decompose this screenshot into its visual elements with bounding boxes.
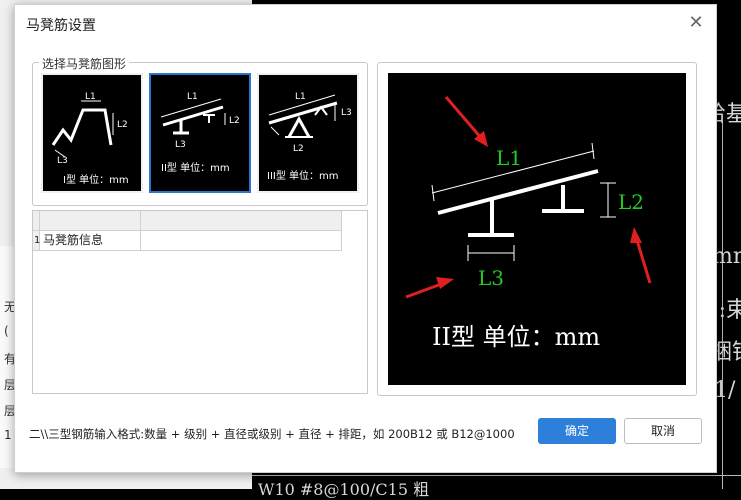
dim-label-l2: L2 — [618, 190, 644, 214]
grid-header-cell — [141, 211, 342, 231]
cad-text: W10 #8@100/C15 粗 — [258, 480, 430, 499]
dim-label-l3: L3 — [57, 156, 68, 166]
shape-type-label: II型 单位：mm — [161, 161, 230, 174]
cancel-button[interactable]: 取消 — [624, 418, 702, 444]
property-name-cell: 马凳筋信息 — [40, 231, 141, 251]
preview-canvas: L1 L2 L3 II型 单位：mm — [388, 73, 686, 385]
dim-label-l2: L2 — [117, 120, 128, 130]
type-3-diagram-icon: L1 L3 L2 III型 单位：mm — [267, 92, 352, 182]
table-row[interactable]: 1 马凳筋信息 — [33, 231, 343, 251]
cad-text: 1/ — [714, 378, 736, 403]
dim-label-l2: L2 — [229, 116, 240, 126]
red-arrow-icon — [405, 277, 454, 299]
close-icon[interactable]: ✕ — [686, 13, 706, 33]
grid-header-cell — [40, 211, 141, 231]
grid-header-row — [33, 211, 343, 231]
dim-label-l2: L2 — [293, 144, 304, 154]
dim-label-l3: L3 — [341, 108, 352, 118]
shape-option-type-1[interactable]: L1 L2 L3 I型 单位：mm — [41, 73, 143, 193]
shape-selection-group: 选择马凳筋图形 L1 L2 L3 I型 单位：mm L1 L2 L3 II型 单… — [32, 55, 368, 206]
type-2-preview-diagram: L1 L2 L3 II型 单位：mm — [405, 96, 652, 351]
property-grid: 1 马凳筋信息 — [32, 210, 368, 394]
dim-label-l3: L3 — [175, 140, 186, 150]
dim-label-l1: L1 — [187, 92, 198, 102]
property-value-cell[interactable] — [141, 231, 342, 251]
dim-label-l3: L3 — [478, 266, 504, 290]
dim-label-l1: L1 — [496, 146, 522, 170]
type-1-diagram-icon: L1 L2 L3 I型 单位：mm — [51, 92, 129, 186]
red-arrow-icon — [630, 227, 652, 284]
shape-group-legend: 选择马凳筋图形 — [39, 55, 130, 72]
grid-header-cell — [33, 211, 40, 231]
red-arrow-icon — [444, 96, 488, 147]
shape-preview-panel: L1 L2 L3 II型 单位：mm — [377, 62, 697, 396]
type-2-diagram-icon: L1 L2 L3 II型 单位：mm — [160, 92, 240, 174]
row-index: 1 — [33, 231, 40, 251]
shape-type-label: I型 单位：mm — [63, 173, 129, 186]
dim-label-l1: L1 — [295, 92, 306, 102]
shape-option-type-3[interactable]: L1 L3 L2 III型 单位：mm — [257, 73, 359, 193]
preview-type-label: II型 单位：mm — [432, 323, 600, 351]
rebar-chair-settings-dialog: 马凳筋设置 ✕ 选择马凳筋图形 L1 L2 L3 I型 单位：mm L1 L2 … — [14, 4, 717, 473]
input-format-hint: 二\\三型钢筋输入格式:数量 + 级别 + 直径或级别 + 直径 + 排距，如 … — [29, 427, 515, 441]
shape-option-type-2[interactable]: L1 L2 L3 II型 单位：mm — [149, 73, 251, 193]
dim-label-l1: L1 — [85, 92, 96, 102]
ok-button[interactable]: 确定 — [538, 418, 616, 444]
dialog-title: 马凳筋设置 — [26, 18, 96, 34]
shape-type-label: III型 单位：mm — [267, 169, 339, 182]
